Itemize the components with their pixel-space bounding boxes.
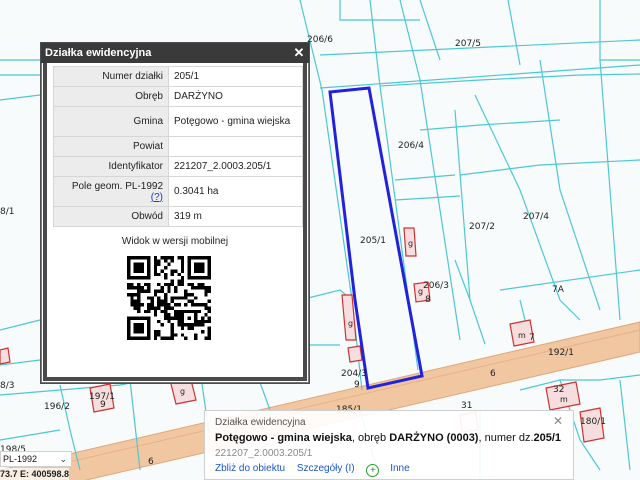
popup-obreb-text: , obręb [351,432,390,444]
address-number: 9 [354,380,360,390]
qr-code[interactable] [127,256,211,340]
crs-selected-value: PL-1992 [3,454,38,464]
table-row: Powiat [53,136,303,157]
attr-value: DARŻYNO [168,86,303,107]
details-link[interactable]: Szczegóły (I) [297,463,355,474]
building-label: m [560,395,568,404]
attr-key: Obręb [53,86,169,107]
popup-header: Działka ewidencyjna [215,417,306,428]
popup-identifier: 221207_2.0003.205/1 [215,448,313,459]
road-number-label: 6 [490,369,496,379]
other-link[interactable]: Inne [390,463,409,474]
parcel-label: 207/4 [523,212,549,222]
crs-select[interactable]: PL-1992 ⌄ [0,451,72,467]
table-row: Pole geom. PL-1992 (?) 0.3041 ha [53,176,303,207]
parcel-label: 206/3 [423,281,449,291]
parcel-label: 180/1 [580,417,606,427]
attr-value: 0.3041 ha [168,176,303,207]
popup-gmina: Potęgowo - gmina wiejska [215,432,352,444]
parcel-label: 8/3 [0,381,14,391]
attr-key: Identyfikator [53,156,169,177]
attr-value: Potęgowo - gmina wiejska [168,106,303,137]
attr-key: Powiat [53,136,169,157]
parcel-label: 205/1 [360,236,386,246]
dialog-title: Działka ewidencyjna [45,47,152,59]
attr-value [168,136,303,157]
parcel-label: 197/1 [89,392,115,402]
attr-value: 319 m [168,206,303,227]
table-row: Identyfikator 221207_2.0003.205/1 [53,156,303,177]
parcel-info-dialog: Działka ewidencyjna ✕ Numer działki 205/… [40,42,310,384]
close-icon[interactable]: ✕ [292,43,306,63]
address-number: 7 [529,333,535,343]
dialog-body: Numer działki 205/1 Obręb DARŻYNO Gmina … [43,63,307,381]
parcel-label: 8/1 [0,207,14,217]
parcel-result-popup: Działka ewidencyjna ✕ Potęgowo - gmina w… [204,410,574,480]
address-number: 8 [425,295,431,305]
attr-key: Numer działki [53,66,169,87]
parcel-label: 207/5 [455,39,481,49]
mobile-view-caption: Widok w wersji mobilnej [121,236,229,247]
parcel-label: 206/6 [307,35,333,45]
building-label: g [348,319,353,328]
attr-key-text: Pole geom. PL-1992 [71,180,163,192]
building-label: g [180,387,185,396]
zoom-to-object-link[interactable]: Zbliż do obiektu [215,463,285,474]
table-row: Obręb DARŻYNO [53,86,303,107]
parcel-label: 207/2 [469,222,495,232]
table-row: Gmina Potęgowo - gmina wiejska [53,106,303,137]
popup-numer: 205/1 [533,432,562,444]
plus-icon[interactable]: + [366,464,380,477]
popup-obreb: DARŻYNO (0003) [389,432,479,444]
chevron-down-icon: ⌄ [59,454,67,464]
attr-key: Obwód [53,206,169,227]
parcel-label: 196/2 [44,402,70,412]
table-row: Obwód 319 m [53,206,303,227]
attr-key: Pole geom. PL-1992 (?) [53,176,169,207]
parcel-attributes-table: Numer działki 205/1 Obręb DARŻYNO Gmina … [53,66,303,227]
parcel-label: 192/1 [548,348,574,358]
close-icon[interactable]: ✕ [553,415,565,427]
building-label: m [518,331,526,340]
cursor-coordinates: 73.7 E: 400598.8 [0,468,70,480]
popup-actions: Zbliż do obiektu Szczegóły (I) + Inne [215,463,419,477]
table-row: Numer działki 205/1 [53,66,303,87]
popup-summary: Potęgowo - gmina wiejska, obręb DARŻYNO … [215,432,561,444]
parcel-label: 206/4 [398,141,424,151]
attr-value: 221207_2.0003.205/1 [168,156,303,177]
dialog-titlebar[interactable]: Działka ewidencyjna ✕ [41,43,309,63]
parcel-label: 204/3 [341,369,367,379]
road-number-label: 6 [148,457,154,467]
popup-numer-text: , numer dz. [478,432,534,444]
building-label: g [408,239,413,248]
area-help-link[interactable]: (?) [151,192,163,203]
address-number: 7A [552,285,565,295]
address-number: 32 [553,385,564,395]
attr-key: Gmina [53,106,169,137]
attr-value: 205/1 [168,66,303,87]
